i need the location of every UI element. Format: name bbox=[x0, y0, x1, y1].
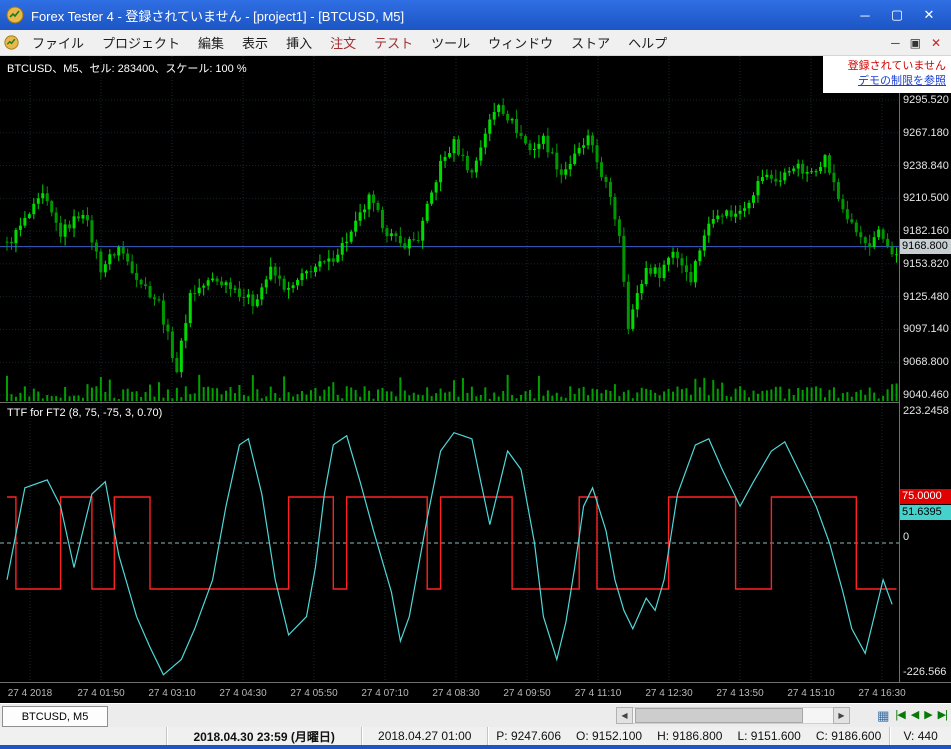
volume-bars bbox=[6, 374, 898, 401]
time-axis-label: 27 4 13:50 bbox=[716, 688, 764, 699]
indicator-axis-zero-label: 0 bbox=[903, 531, 910, 543]
menu-bar: ファイル プロジェクト 編集 表示 挿入 注文 テスト ツール ウィンドウ ストア ヘルプ ─ ▣ … bbox=[0, 30, 951, 56]
menu-item-4[interactable]: 表示 bbox=[233, 30, 277, 55]
time-axis-label: 27 4 16:30 bbox=[858, 688, 906, 699]
mdi-window-controls: ─ ▣ ✕ bbox=[891, 36, 947, 50]
indicator-red-value-badge: 75.0000 bbox=[900, 489, 951, 504]
price-axis-label: 9097.140 bbox=[903, 323, 949, 336]
time-axis[interactable]: 27 4 2018 27 4 01:50 27 4 03:10 27 4 04:30 2… bbox=[0, 682, 951, 703]
status-close: C: 9186.600 bbox=[815, 729, 882, 743]
close-button[interactable]: ✕ bbox=[913, 3, 945, 27]
mdi-close-button[interactable]: ✕ bbox=[931, 36, 941, 50]
price-axis-label: 9125.480 bbox=[903, 290, 949, 303]
time-axis-label: 27 4 04:30 bbox=[219, 688, 267, 699]
tab-btcusd-m5[interactable]: BTCUSD, M5 bbox=[2, 706, 108, 727]
chart-symbol-label: BTCUSD、M5、セル: 283400、スケール: 100 % bbox=[7, 63, 247, 75]
window-bottom-border bbox=[0, 745, 951, 749]
menu-item-2[interactable]: プロジェクト bbox=[93, 30, 189, 55]
nav-next-button[interactable]: ▶ bbox=[924, 707, 933, 724]
current-price-badge: 9168.800 bbox=[900, 239, 951, 254]
mdi-restore-button[interactable]: ▣ bbox=[910, 36, 921, 50]
menu-item-11[interactable]: ヘルプ bbox=[619, 30, 676, 55]
time-axis-label: 27 4 2018 bbox=[7, 688, 53, 699]
scrollbar-track[interactable] bbox=[633, 707, 833, 724]
menu-item-7[interactable]: テスト bbox=[365, 30, 422, 55]
scroll-right-button[interactable]: ▶ bbox=[833, 707, 850, 724]
time-axis-label: 27 4 15:10 bbox=[787, 688, 835, 699]
menu-items: ファイル プロジェクト 編集 表示 挿入 注文 テスト ツール ウィンドウ ストア ヘルプ bbox=[23, 30, 676, 55]
unregistered-label: 登録されていません bbox=[847, 60, 946, 72]
candlesticks bbox=[5, 98, 899, 378]
status-low: L: 9151.600 bbox=[737, 729, 801, 743]
nav-last-button[interactable]: ▶| bbox=[938, 707, 948, 724]
status-spacer bbox=[0, 727, 168, 745]
indicator-canvas[interactable] bbox=[0, 403, 899, 682]
time-axis-label: 27 4 05:50 bbox=[290, 688, 338, 699]
indicator-name-label: TTF for FT2 (8, 75, -75, 3, 0.70) bbox=[7, 407, 163, 419]
status-ohlc: P: 9247.606 O: 9152.100 H: 9186.800 L: 9… bbox=[488, 727, 891, 745]
menu-item-8[interactable]: ツール bbox=[422, 30, 479, 55]
price-axis-label: 9153.820 bbox=[903, 257, 949, 270]
status-test-date: 2018.04.30 23:59 (月曜日) bbox=[167, 727, 363, 745]
ttf-oscillator-line bbox=[6, 431, 893, 676]
time-axis-label: 27 4 01:50 bbox=[77, 688, 125, 699]
pane-divider[interactable] bbox=[0, 402, 899, 403]
time-axis-label: 27 4 11:10 bbox=[574, 688, 622, 699]
menu-item-9[interactable]: ウィンドウ bbox=[479, 30, 562, 55]
status-volume: V: 440 bbox=[890, 727, 951, 745]
app-window: Forex Tester 4 - 登録されていません - [project1] … bbox=[0, 0, 951, 749]
status-bar-time: 2018.04.27 01:00 bbox=[362, 727, 489, 745]
status-price: P: 9247.606 bbox=[496, 729, 561, 743]
maximize-button[interactable]: ▢ bbox=[881, 3, 913, 27]
price-axis-label: 9068.800 bbox=[903, 356, 949, 369]
price-axis-label: 9267.180 bbox=[903, 126, 949, 139]
window-title: Forex Tester 4 - 登録されていません - [project1] … bbox=[31, 8, 405, 24]
chart-nav-buttons: ▦ |◀ ◀ ▶ ▶| bbox=[877, 707, 948, 724]
menu-app-icon bbox=[4, 35, 19, 50]
demo-limits-link[interactable]: デモの制限を参照 bbox=[858, 75, 946, 87]
scroll-left-button[interactable]: ◀ bbox=[616, 707, 633, 724]
time-axis-label: 27 4 03:10 bbox=[148, 688, 196, 699]
price-axis-label: 9210.500 bbox=[903, 192, 949, 205]
chart-tab-row: BTCUSD, M5 ◀ ▶ ▦ |◀ ◀ ▶ ▶| bbox=[0, 703, 951, 727]
menu-item-3[interactable]: 編集 bbox=[189, 30, 233, 55]
time-axis-label: 27 4 12:30 bbox=[645, 688, 693, 699]
status-high: H: 9186.800 bbox=[657, 729, 723, 743]
price-chart-canvas[interactable] bbox=[0, 56, 899, 403]
nav-prev-button[interactable]: ◀ bbox=[911, 707, 920, 724]
time-axis-label: 27 4 09:50 bbox=[503, 688, 551, 699]
indicator-axis-top-label: 223.2458 bbox=[903, 405, 949, 417]
time-axis-label: 27 4 08:30 bbox=[432, 688, 480, 699]
indicator-axis-bottom-label: -226.566 bbox=[903, 666, 947, 678]
menu-item-1[interactable]: ファイル bbox=[23, 30, 93, 55]
title-bar: Forex Tester 4 - 登録されていません - [project1] … bbox=[0, 0, 951, 30]
price-axis-label: 9295.520 bbox=[903, 94, 949, 106]
chart-grid-icon[interactable]: ▦ bbox=[877, 707, 889, 724]
status-bar: 2018.04.30 23:59 (月曜日) 2018.04.27 01:00 … bbox=[0, 727, 951, 745]
scrollbar-thumb[interactable] bbox=[635, 708, 803, 723]
price-axis[interactable]: 9168.800 223.2458 75.0000 51.6395 0 -226… bbox=[899, 56, 951, 682]
chart-scrollbar[interactable]: ◀ ▶ bbox=[616, 707, 850, 724]
minimize-button[interactable]: ─ bbox=[849, 3, 881, 27]
price-axis-label: 9182.160 bbox=[903, 225, 949, 238]
app-icon bbox=[6, 6, 24, 24]
price-axis-label: 9040.460 bbox=[903, 389, 949, 402]
menu-item-6[interactable]: 注文 bbox=[321, 30, 365, 55]
price-axis-label: 9238.840 bbox=[903, 159, 949, 172]
mdi-minimize-button[interactable]: ─ bbox=[891, 36, 900, 50]
chart-area: BTCUSD、M5、セル: 283400、スケール: 100 % TTF for… bbox=[0, 56, 951, 703]
menu-item-10[interactable]: ストア bbox=[562, 30, 619, 55]
time-axis-label: 27 4 07:10 bbox=[361, 688, 409, 699]
nav-first-button[interactable]: |◀ bbox=[895, 707, 905, 724]
indicator-cyan-value-badge: 51.6395 bbox=[900, 505, 951, 520]
status-open: O: 9152.100 bbox=[576, 729, 643, 743]
registration-notice: 登録されていません デモの制限を参照 bbox=[823, 56, 951, 93]
menu-item-5[interactable]: 挿入 bbox=[277, 30, 321, 55]
